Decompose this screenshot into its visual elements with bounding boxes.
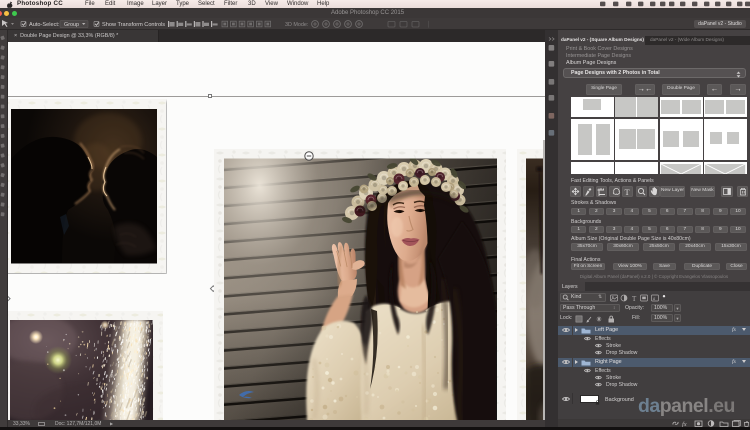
svg-text:fx: fx bbox=[682, 421, 687, 427]
svg-text:T: T bbox=[625, 187, 631, 197]
svg-text:Group: Group bbox=[64, 22, 79, 28]
svg-text:a: a bbox=[653, 296, 656, 302]
svg-text:T: T bbox=[632, 294, 637, 301]
svg-text:3D Mode:: 3D Mode: bbox=[285, 22, 308, 28]
svg-text:Show Transform Controls: Show Transform Controls bbox=[102, 22, 165, 28]
svg-text:Auto-Select:: Auto-Select: bbox=[29, 22, 60, 28]
